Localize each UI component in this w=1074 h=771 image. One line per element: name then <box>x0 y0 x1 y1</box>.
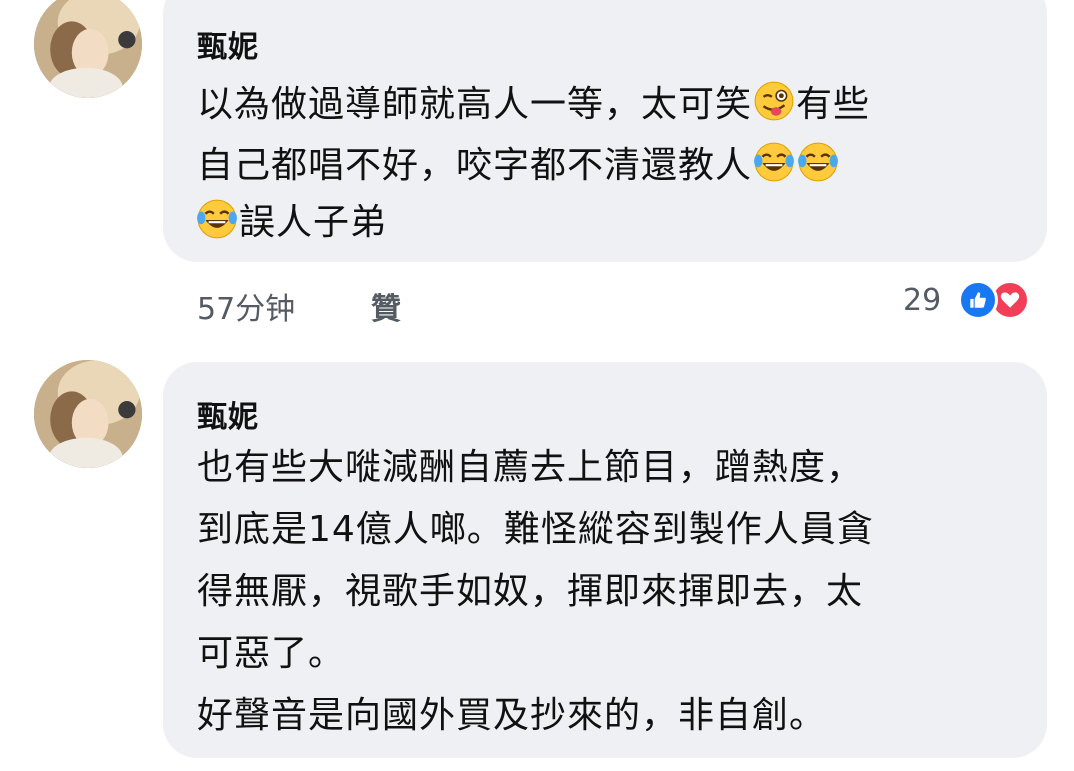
wink-emoji-icon <box>754 81 794 121</box>
avatar[interactable] <box>34 0 142 98</box>
avatar[interactable] <box>34 360 142 468</box>
comment-author[interactable]: 甄妮 <box>197 392 259 436</box>
comment-text-line: 到底是14億人啷。難怪縱容到製作人員貪 <box>197 509 874 550</box>
comment-text-line: 也有些大嘥減酬自薦去上節目，蹭熱度， <box>197 447 864 488</box>
comment-text-segment: 有些 <box>796 84 871 125</box>
comment-text-segment: 以為做過導師就高人一等，太可笑 <box>197 84 753 125</box>
comment-text-line: 可惡了。 <box>197 633 346 674</box>
comment-text-line: 誤人子弟 <box>195 198 387 241</box>
comment-text-line: 自己都唱不好，咬字都不清還教人 <box>197 141 840 184</box>
comment-timestamp[interactable]: 57分钟 <box>197 284 295 328</box>
comment-text-line: 好聲音是向國外買及抄來的，非自創。 <box>197 695 827 736</box>
reaction-count[interactable]: 29 <box>903 283 941 318</box>
thumbs-up-icon <box>970 292 986 308</box>
laugh-emoji-icon <box>197 199 237 239</box>
avatar-image <box>34 360 142 468</box>
laugh-emoji-icon <box>798 142 838 182</box>
comment-text-line: 以為做過導師就高人一等，太可笑 有些 <box>197 80 870 123</box>
avatar-image <box>34 0 142 98</box>
like-button[interactable]: 贊 <box>371 284 401 328</box>
comment-author[interactable]: 甄妮 <box>197 22 259 66</box>
laugh-emoji-icon <box>754 142 794 182</box>
comment-text-line: 得無厭，視歌手如奴，揮即來揮即去，太 <box>197 571 864 612</box>
comment-text-segment: 誤人子弟 <box>239 202 388 243</box>
comment-text-segment: 自己都唱不好，咬字都不清還教人 <box>197 145 753 186</box>
like-reaction-icon[interactable] <box>958 280 998 320</box>
heart-icon <box>1000 292 1020 308</box>
